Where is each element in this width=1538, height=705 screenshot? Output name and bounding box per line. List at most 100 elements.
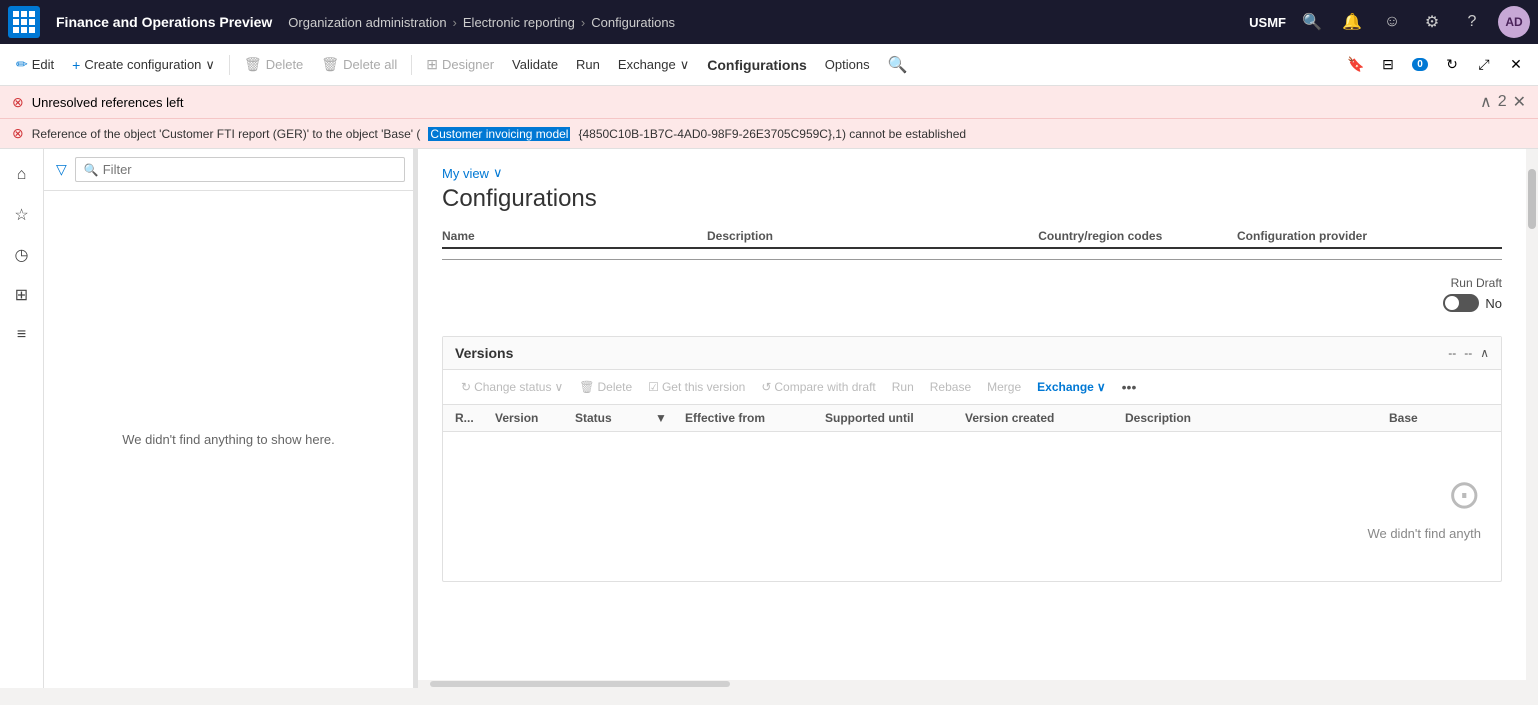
right-content-inner: My view ∨ Configurations Name Descriptio… — [418, 149, 1526, 680]
error-close-area: ∧ 2 ✕ — [1480, 92, 1526, 112]
run-draft-value: No — [1485, 296, 1502, 311]
versions-title: Versions — [455, 345, 1448, 361]
versions-dash-2: -- — [1464, 346, 1472, 360]
error-highlighted: Customer invoicing model — [428, 127, 570, 141]
sidebar-star-icon[interactable]: ☆ — [4, 197, 40, 233]
versions-more-button[interactable]: ••• — [1116, 376, 1143, 398]
error-banners: ⊗ Unresolved references left ∧ 2 ✕ ⊗ Ref… — [0, 86, 1538, 149]
merge-button[interactable]: Merge — [981, 377, 1027, 397]
app-grid-button[interactable] — [8, 6, 40, 38]
create-configuration-button[interactable]: + Create configuration ∨ — [64, 53, 223, 77]
main-area: ⌂ ☆ ◷ ⊞ ≡ ▽ 🔍 We didn't find anything to… — [0, 149, 1538, 688]
sidebar-list-icon[interactable]: ≡ — [4, 317, 40, 353]
avatar[interactable]: AD — [1498, 6, 1530, 38]
delete-all-button[interactable]: 🗑 Delete all — [313, 52, 405, 77]
versions-exchange-button[interactable]: Exchange ∨ — [1031, 377, 1112, 397]
ver-col-version-created: Version created — [965, 411, 1125, 425]
settings-icon[interactable]: ⚙ — [1418, 8, 1446, 36]
scrollbar-thumb[interactable] — [1528, 169, 1536, 229]
change-status-button[interactable]: ↻ Change status ∨ — [455, 377, 569, 397]
help-icon[interactable]: ? — [1458, 8, 1486, 36]
toggle-knob — [1445, 296, 1459, 310]
validate-button[interactable]: Validate — [504, 53, 566, 76]
versions-trash-icon: 🗑 — [579, 380, 594, 394]
breadcrumb-configurations[interactable]: Configurations — [591, 15, 675, 30]
versions-exchange-chevron-icon: ∨ — [1097, 380, 1106, 394]
left-panel-toolbar: ▽ 🔍 — [44, 149, 413, 191]
compare-with-draft-button[interactable]: ↺ Compare with draft — [755, 377, 881, 397]
run-button[interactable]: Run — [568, 53, 608, 76]
error-count: 2 — [1498, 93, 1507, 111]
breadcrumb-electronic-reporting[interactable]: Electronic reporting — [463, 15, 575, 30]
delete-all-icon: 🗑 — [321, 56, 339, 73]
sidebar-home-icon[interactable]: ⌂ — [4, 157, 40, 193]
col-header-provider: Configuration provider — [1237, 229, 1502, 243]
ver-col-description: Description — [1125, 411, 1389, 425]
error-banner-detail: ⊗ Reference of the object 'Customer FTI … — [0, 118, 1538, 148]
configurations-button[interactable]: Configurations — [699, 53, 815, 77]
filter-funnel-icon[interactable]: ▽ — [52, 157, 71, 182]
compare-icon: ↺ — [761, 380, 771, 394]
run-draft-toggle[interactable] — [1443, 294, 1479, 312]
notification-badge-btn[interactable]: 0 — [1406, 51, 1434, 79]
filter-input[interactable] — [103, 162, 396, 177]
breadcrumb-sep-2: › — [581, 15, 585, 30]
breadcrumb-org-admin[interactable]: Organization administration — [288, 15, 446, 30]
vertical-scrollbar[interactable] — [1526, 149, 1538, 688]
error-detail-icon: ⊗ — [12, 125, 24, 142]
notification-icon[interactable]: 🔔 — [1338, 8, 1366, 36]
error-banner-header: ⊗ Unresolved references left ∧ 2 ✕ — [0, 86, 1538, 118]
ver-col-filter-icon[interactable]: ▼ — [655, 411, 685, 425]
col-header-name: Name — [442, 229, 707, 243]
versions-delete-button[interactable]: 🗑 Delete — [573, 377, 638, 397]
filter-provider[interactable] — [1237, 257, 1502, 260]
filter-country[interactable] — [1038, 257, 1237, 260]
get-this-version-button[interactable]: ☑ Get this version — [642, 377, 751, 397]
filter-description[interactable] — [707, 257, 1038, 260]
top-nav: Finance and Operations Preview Organizat… — [0, 0, 1538, 44]
options-button[interactable]: Options — [817, 53, 878, 76]
ver-col-version: Version — [495, 411, 575, 425]
exchange-button[interactable]: Exchange ∨ — [610, 53, 697, 77]
versions-header-right: -- -- ∧ — [1448, 346, 1489, 360]
versions-empty: ⊙ We didn't find anyth — [443, 432, 1501, 581]
rebase-button[interactable]: Rebase — [924, 377, 977, 397]
bookmark-icon[interactable]: 🔖 — [1342, 51, 1370, 79]
breadcrumb: Organization administration › Electronic… — [288, 15, 1245, 30]
toolbar-search-icon[interactable]: 🔍 — [880, 51, 916, 79]
versions-run-button[interactable]: Run — [886, 377, 920, 397]
delete-button[interactable]: 🗑 Delete — [236, 52, 311, 77]
filter-search-icon: 🔍 — [84, 163, 99, 177]
filter-name[interactable] — [442, 257, 707, 260]
smiley-icon[interactable]: ☺ — [1378, 8, 1406, 36]
ver-col-base: Base — [1389, 411, 1489, 425]
run-draft-section: Run Draft No — [442, 276, 1502, 312]
versions-collapse-icon[interactable]: ∧ — [1480, 346, 1489, 360]
horizontal-scrollbar[interactable] — [418, 680, 1526, 688]
ver-col-status: Status — [575, 411, 655, 425]
exchange-chevron-icon: ∨ — [680, 57, 690, 73]
scroll-track[interactable] — [430, 681, 730, 687]
columns-icon[interactable]: ⊟ — [1374, 51, 1402, 79]
refresh-icon[interactable]: ↻ — [1438, 51, 1466, 79]
view-label: My view — [442, 166, 489, 181]
sidebar-clock-icon[interactable]: ◷ — [4, 237, 40, 273]
designer-button[interactable]: ⊞ Designer — [418, 52, 502, 77]
versions-empty-text: We didn't find anyth — [1367, 526, 1481, 541]
app-title: Finance and Operations Preview — [44, 14, 284, 30]
edit-button[interactable]: ✏ Edit — [8, 52, 62, 77]
designer-icon: ⊞ — [426, 56, 438, 73]
open-new-icon[interactable]: ⤢ — [1470, 51, 1498, 79]
view-selector[interactable]: My view ∨ — [442, 165, 1502, 181]
toolbar-right-icons: 🔖 ⊟ 0 ↻ ⤢ ✕ — [1342, 51, 1530, 79]
error-close-icon[interactable]: ✕ — [1513, 92, 1526, 112]
close-toolbar-icon[interactable]: ✕ — [1502, 51, 1530, 79]
col-header-description: Description — [707, 229, 1038, 243]
filter-input-wrap: 🔍 — [75, 157, 405, 182]
toggle-wrap: No — [1443, 294, 1502, 312]
left-sidebar: ⌂ ☆ ◷ ⊞ ≡ — [0, 149, 44, 688]
error-chevron-icon[interactable]: ∧ — [1480, 92, 1492, 112]
search-nav-icon[interactable]: 🔍 — [1298, 8, 1326, 36]
sidebar-grid-icon[interactable]: ⊞ — [4, 277, 40, 313]
tenant-label: USMF — [1249, 15, 1286, 30]
